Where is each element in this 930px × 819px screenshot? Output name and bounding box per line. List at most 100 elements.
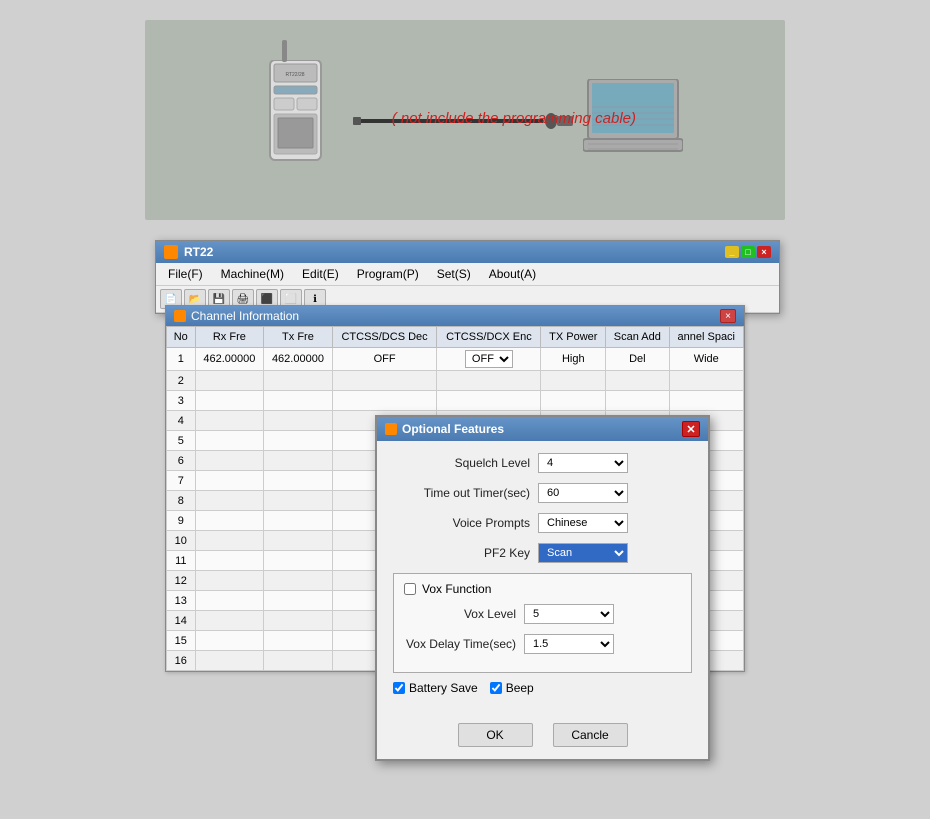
- ctcss-enc-select[interactable]: OFF: [465, 350, 513, 368]
- menu-program[interactable]: Program(P): [349, 265, 427, 283]
- optional-dialog: Optional Features ✕ Squelch Level 4 1235…: [375, 415, 710, 761]
- menu-about[interactable]: About(A): [481, 265, 544, 283]
- voice-prompts-label: Voice Prompts: [393, 516, 538, 530]
- maximize-btn[interactable]: □: [741, 246, 755, 258]
- battery-save-checkbox[interactable]: [393, 682, 405, 694]
- app-title-bar: RT22 _ □ ×: [156, 241, 779, 263]
- pf2-select[interactable]: Scan MonitorAlarm: [538, 543, 628, 563]
- cell-no: 1: [167, 348, 196, 371]
- menu-set[interactable]: Set(S): [429, 265, 479, 283]
- vox-checkbox[interactable]: [404, 583, 416, 595]
- menu-edit[interactable]: Edit(E): [294, 265, 347, 283]
- vox-label: Vox Function: [422, 582, 491, 596]
- minimize-btn[interactable]: _: [725, 246, 739, 258]
- cell-no: 5: [167, 431, 196, 451]
- menu-file[interactable]: File(F): [160, 265, 211, 283]
- pf2-label: PF2 Key: [393, 546, 538, 560]
- voice-prompts-control: Chinese OffEnglish: [538, 513, 628, 533]
- channel-title-bar: Channel Information ×: [166, 306, 744, 326]
- timeout-row: Time out Timer(sec) 60 304590 120180: [393, 483, 692, 503]
- ok-button[interactable]: OK: [458, 723, 533, 747]
- cell-no: 8: [167, 491, 196, 511]
- cell-no: 4: [167, 411, 196, 431]
- optional-close-btn[interactable]: ✕: [682, 421, 700, 437]
- cell-no: 15: [167, 631, 196, 651]
- cell-no: 7: [167, 471, 196, 491]
- timeout-control: 60 304590 120180: [538, 483, 628, 503]
- beep-item: Beep: [490, 681, 534, 695]
- squelch-control: 4 1235 6789: [538, 453, 628, 473]
- cell-no: 9: [167, 511, 196, 531]
- channel-icon: [174, 310, 186, 322]
- beep-label: Beep: [506, 681, 534, 695]
- vox-delay-label: Vox Delay Time(sec): [404, 637, 524, 651]
- squelch-label: Squelch Level: [393, 456, 538, 470]
- menu-bar: File(F) Machine(M) Edit(E) Program(P) Se…: [156, 263, 779, 286]
- top-image-area: RT22/28: [145, 20, 785, 220]
- svg-text:RT22/28: RT22/28: [285, 72, 304, 78]
- cell-no: 2: [167, 371, 196, 391]
- cell-no: 3: [167, 391, 196, 411]
- col-ctcss-enc: CTCSS/DCX Enc: [437, 327, 541, 348]
- table-row: 2: [167, 371, 744, 391]
- vox-level-select[interactable]: 5 1234 6789: [524, 604, 614, 624]
- radio-svg: RT22/28: [268, 60, 323, 170]
- col-rx-fre: Rx Fre: [195, 327, 264, 348]
- vox-delay-select[interactable]: 1.5 0.51.02.0 2.53.0: [524, 634, 614, 654]
- col-spacing: annel Spaci: [669, 327, 743, 348]
- battery-save-label: Battery Save: [409, 681, 478, 695]
- close-btn[interactable]: ×: [757, 246, 771, 258]
- cell-no: 10: [167, 531, 196, 551]
- pf2-control: Scan MonitorAlarm: [538, 543, 628, 563]
- cell-no: 12: [167, 571, 196, 591]
- table-row: 3: [167, 391, 744, 411]
- cell-no: 6: [167, 451, 196, 471]
- cell-tx-fre: 462.00000: [264, 348, 333, 371]
- vox-level-row: Vox Level 5 1234 6789: [404, 604, 681, 624]
- dialog-buttons: OK Cancle: [377, 715, 708, 759]
- timeout-select[interactable]: 60 304590 120180: [538, 483, 628, 503]
- cell-tx-power: High: [541, 348, 606, 371]
- cell-rx-fre: 462.00000: [195, 348, 264, 371]
- cell-no: 11: [167, 551, 196, 571]
- squelch-row: Squelch Level 4 1235 6789: [393, 453, 692, 473]
- app-window: RT22 _ □ × File(F) Machine(M) Edit(E) Pr…: [155, 240, 780, 314]
- cell-ctcss-dec: OFF: [332, 348, 437, 371]
- cancel-button[interactable]: Cancle: [553, 723, 628, 747]
- channel-title: Channel Information: [191, 309, 299, 323]
- table-row: 1 462.00000 462.00000 OFF OFF High Del W…: [167, 348, 744, 371]
- cell-no: 14: [167, 611, 196, 631]
- cell-scan-add: Del: [606, 348, 669, 371]
- voice-prompts-select[interactable]: Chinese OffEnglish: [538, 513, 628, 533]
- vox-delay-control: 1.5 0.51.02.0 2.53.0: [524, 634, 614, 654]
- battery-beep-row: Battery Save Beep: [393, 681, 692, 695]
- vox-section: Vox Function Vox Level 5 1234 6789 Vox D…: [393, 573, 692, 673]
- beep-checkbox[interactable]: [490, 682, 502, 694]
- col-tx-power: TX Power: [541, 327, 606, 348]
- channel-close-btn[interactable]: ×: [720, 309, 736, 323]
- optional-icon: [385, 423, 397, 435]
- vox-delay-row: Vox Delay Time(sec) 1.5 0.51.02.0 2.53.0: [404, 634, 681, 654]
- optional-content: Squelch Level 4 1235 6789 Time out Timer…: [377, 441, 708, 715]
- col-scan-add: Scan Add: [606, 327, 669, 348]
- pf2-row: PF2 Key Scan MonitorAlarm: [393, 543, 692, 563]
- optional-title-bar: Optional Features ✕: [377, 417, 708, 441]
- not-include-label: ( not include the programming cable): [392, 110, 636, 127]
- cell-ctcss-enc[interactable]: OFF: [437, 348, 541, 371]
- vox-header: Vox Function: [404, 582, 681, 596]
- app-title: RT22: [184, 245, 213, 259]
- vox-level-control: 5 1234 6789: [524, 604, 614, 624]
- col-ctcss-dec: CTCSS/DCS Dec: [332, 327, 437, 348]
- cell-no: 13: [167, 591, 196, 611]
- col-no: No: [167, 327, 196, 348]
- col-tx-fre: Tx Fre: [264, 327, 333, 348]
- app-icon: [164, 245, 178, 259]
- vox-level-label: Vox Level: [404, 607, 524, 621]
- timeout-label: Time out Timer(sec): [393, 486, 538, 500]
- cell-spacing: Wide: [669, 348, 743, 371]
- squelch-select[interactable]: 4 1235 6789: [538, 453, 628, 473]
- voice-prompts-row: Voice Prompts Chinese OffEnglish: [393, 513, 692, 533]
- menu-machine[interactable]: Machine(M): [213, 265, 292, 283]
- optional-title: Optional Features: [402, 422, 504, 436]
- battery-save-item: Battery Save: [393, 681, 478, 695]
